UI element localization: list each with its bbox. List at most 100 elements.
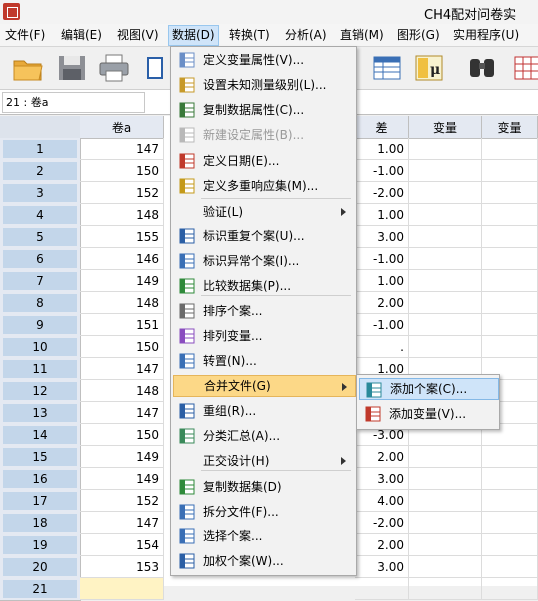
table-cell[interactable]: 148	[80, 292, 164, 314]
table-cell[interactable]: 2.00	[355, 534, 409, 556]
row-header[interactable]: 6	[0, 248, 81, 271]
table-cell[interactable]	[482, 160, 538, 182]
table-cell[interactable]	[409, 468, 482, 490]
table-cell[interactable]: 3.00	[355, 226, 409, 248]
table-cell[interactable]: 148	[80, 204, 164, 226]
table-cell[interactable]: -1.00	[355, 248, 409, 270]
table-cell[interactable]: -1.00	[355, 314, 409, 336]
table-cell[interactable]: 1.00	[355, 270, 409, 292]
table-cell[interactable]: 149	[80, 446, 164, 468]
row-header[interactable]: 17	[0, 490, 81, 513]
table-cell[interactable]: 149	[80, 270, 164, 292]
table-cell[interactable]	[409, 248, 482, 270]
table-cell[interactable]	[482, 490, 538, 512]
table-cell[interactable]	[482, 226, 538, 248]
table-cell[interactable]	[482, 204, 538, 226]
table-cell[interactable]: 146	[80, 248, 164, 270]
table-cell[interactable]: 147	[80, 402, 164, 424]
row-header[interactable]: 14	[0, 424, 81, 447]
column-header[interactable]: 卷a	[80, 116, 164, 139]
insert-cases-icon[interactable]	[372, 53, 404, 83]
print-icon[interactable]	[98, 53, 130, 83]
menu-3[interactable]: 数据(D)	[168, 25, 219, 46]
data-menu-item[interactable]: 设置未知测量级别(L)...	[173, 74, 354, 96]
menu-7[interactable]: 图形(G)	[397, 27, 440, 43]
save-icon[interactable]	[56, 53, 88, 83]
table-cell[interactable]: 155	[80, 226, 164, 248]
row-header[interactable]: 10	[0, 336, 81, 359]
column-header[interactable]: 变量	[482, 116, 538, 139]
data-menu-item[interactable]: 定义变量属性(V)...	[173, 49, 354, 71]
grid-corner[interactable]	[0, 116, 81, 139]
table-cell[interactable]	[409, 292, 482, 314]
row-header[interactable]: 2	[0, 160, 81, 183]
data-menu-item[interactable]: 加权个案(W)...	[173, 550, 354, 572]
row-header[interactable]: 13	[0, 402, 81, 425]
split-file-icon[interactable]	[512, 53, 538, 83]
table-cell[interactable]: 147	[80, 358, 164, 380]
table-cell[interactable]	[482, 578, 538, 600]
table-cell[interactable]	[482, 248, 538, 270]
table-cell[interactable]	[482, 182, 538, 204]
table-cell[interactable]	[409, 446, 482, 468]
row-header[interactable]: 11	[0, 358, 81, 381]
data-menu-item[interactable]: 分类汇总(A)...	[173, 425, 354, 447]
find-icon[interactable]	[466, 53, 498, 83]
column-header[interactable]: 差	[355, 116, 409, 139]
row-header[interactable]: 1	[0, 138, 81, 161]
table-cell[interactable]: 150	[80, 336, 164, 358]
data-menu-item[interactable]: 排列变量...	[173, 325, 354, 347]
table-cell[interactable]	[482, 512, 538, 534]
menu-8[interactable]: 实用程序(U)	[453, 27, 519, 43]
table-cell[interactable]: 148	[80, 380, 164, 402]
data-menu-item[interactable]: 验证(L)	[173, 201, 354, 223]
cell-reference[interactable]: 21 : 卷a	[2, 92, 145, 113]
table-cell[interactable]: 1.00	[355, 204, 409, 226]
table-cell[interactable]: .	[355, 336, 409, 358]
table-cell[interactable]	[482, 270, 538, 292]
table-cell[interactable]: 3.00	[355, 468, 409, 490]
table-cell[interactable]	[80, 578, 164, 600]
row-header[interactable]: 20	[0, 556, 81, 579]
row-header[interactable]: 21	[0, 578, 81, 601]
value-labels-icon[interactable]: μ	[414, 53, 446, 83]
table-cell[interactable]	[409, 578, 482, 600]
table-cell[interactable]: 147	[80, 512, 164, 534]
data-menu-item[interactable]: 合并文件(G)	[173, 375, 356, 397]
row-header[interactable]: 5	[0, 226, 81, 249]
data-menu-item[interactable]: 定义多重响应集(M)...	[173, 175, 354, 197]
menu-2[interactable]: 视图(V)	[117, 27, 159, 43]
table-cell[interactable]: 2.00	[355, 446, 409, 468]
table-cell[interactable]	[409, 512, 482, 534]
table-cell[interactable]: 151	[80, 314, 164, 336]
data-menu-item[interactable]: 定义日期(E)...	[173, 150, 354, 172]
table-cell[interactable]: 150	[80, 424, 164, 446]
row-header[interactable]: 19	[0, 534, 81, 557]
table-cell[interactable]: 154	[80, 534, 164, 556]
row-header[interactable]: 3	[0, 182, 81, 205]
table-cell[interactable]	[355, 578, 409, 600]
table-cell[interactable]	[409, 556, 482, 578]
menu-0[interactable]: 文件(F)	[5, 27, 45, 43]
table-cell[interactable]	[482, 138, 538, 160]
row-header[interactable]: 12	[0, 380, 81, 403]
table-cell[interactable]	[482, 314, 538, 336]
row-header[interactable]: 7	[0, 270, 81, 293]
table-cell[interactable]	[409, 336, 482, 358]
data-menu-item[interactable]: 选择个案...	[173, 525, 354, 547]
table-cell[interactable]	[482, 468, 538, 490]
table-cell[interactable]: -2.00	[355, 512, 409, 534]
data-menu-item[interactable]: 标识重复个案(U)...	[173, 225, 354, 247]
table-cell[interactable]	[409, 314, 482, 336]
table-cell[interactable]: 153	[80, 556, 164, 578]
merge-submenu-item[interactable]: 添加个案(C)...	[359, 378, 499, 400]
table-cell[interactable]	[409, 226, 482, 248]
menu-1[interactable]: 编辑(E)	[61, 27, 102, 43]
table-cell[interactable]	[409, 182, 482, 204]
data-menu-item[interactable]: 复制数据集(D)	[173, 476, 354, 498]
table-cell[interactable]	[482, 534, 538, 556]
merge-submenu-item[interactable]: 添加变量(V)...	[359, 403, 497, 425]
table-cell[interactable]: -1.00	[355, 160, 409, 182]
row-header[interactable]: 9	[0, 314, 81, 337]
open-folder-icon[interactable]	[12, 53, 44, 83]
